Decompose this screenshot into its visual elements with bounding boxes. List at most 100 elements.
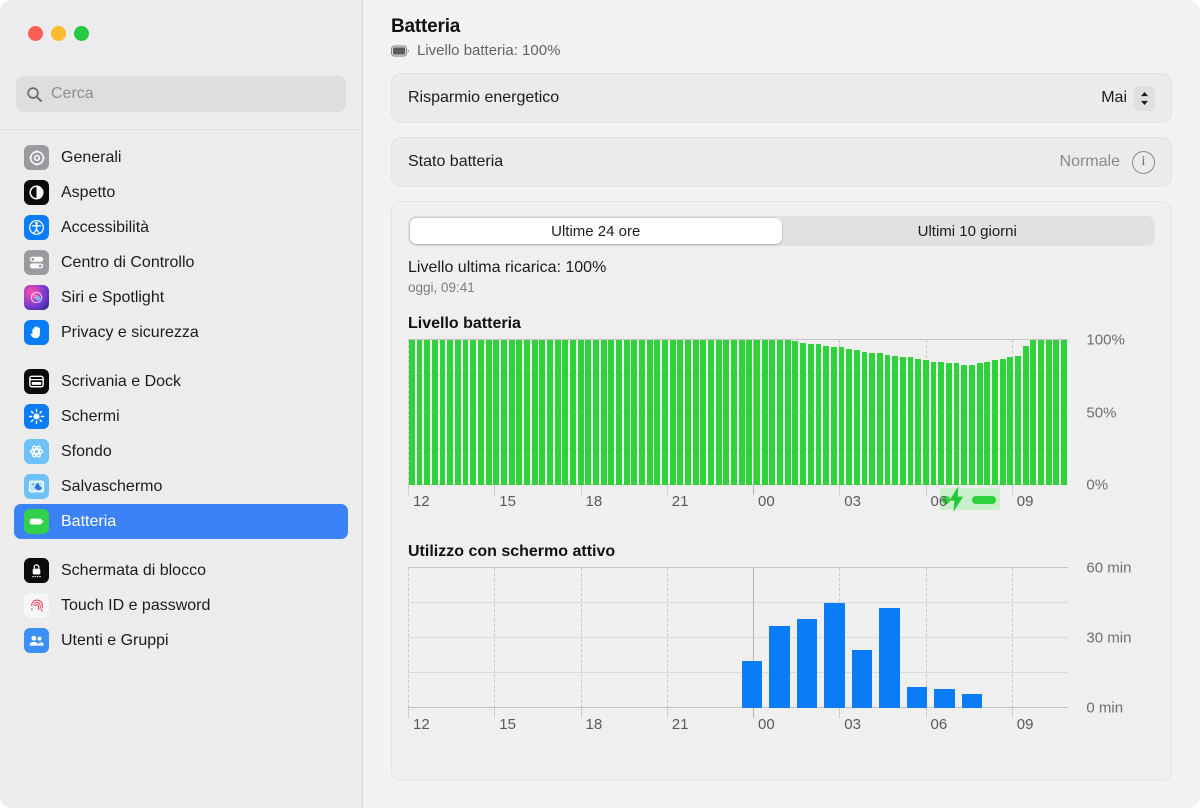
battery-health-card: Stato batteria Normale i xyxy=(391,137,1172,187)
bar xyxy=(746,340,753,485)
bar xyxy=(631,340,638,485)
bar xyxy=(796,619,818,708)
sidebar-item-centro-di-controllo[interactable]: Centro di Controllo xyxy=(14,245,348,280)
sidebar-item-siri-e-spotlight[interactable]: Siri e Spotlight xyxy=(14,280,348,315)
zoom-button[interactable] xyxy=(74,26,89,41)
bar xyxy=(646,340,653,485)
chevron-updown-icon xyxy=(1134,85,1155,111)
search-field[interactable]: Cerca xyxy=(16,76,346,112)
sidebar-item-aspetto[interactable]: Aspetto xyxy=(14,175,348,210)
x-axis-tick-label: 00 xyxy=(758,493,775,510)
bar xyxy=(708,340,714,485)
x-axis-tick xyxy=(580,485,582,495)
last-charge-timestamp: oggi, 09:41 xyxy=(408,280,475,295)
sidebar-item-touch-id-e-password[interactable]: Touch ID e password xyxy=(14,588,348,623)
bar xyxy=(861,351,868,485)
sidebar-item-schermi[interactable]: Schermi xyxy=(14,399,348,434)
sidebar-item-label: Salvaschermo xyxy=(61,477,163,495)
sidebar-item-scrivania-e-dock[interactable]: Scrivania e Dock xyxy=(14,364,348,399)
bar xyxy=(493,340,500,485)
traffic-lights xyxy=(0,0,362,62)
x-axis-tick xyxy=(494,708,496,718)
sidebar-item-privacy-e-sicurezza[interactable]: Privacy e sicurezza xyxy=(14,315,348,350)
bar xyxy=(731,340,737,485)
bar xyxy=(738,340,745,485)
info-icon[interactable]: i xyxy=(1132,150,1155,174)
battery-level-x-axis: 12 15 18 21 00 03 06 09 xyxy=(408,485,1098,523)
page-title: Batteria xyxy=(391,16,461,37)
bar xyxy=(899,357,906,485)
display-brightness-icon xyxy=(24,404,49,429)
bar xyxy=(600,340,607,485)
bar xyxy=(999,358,1006,485)
x-axis-tick-label: 03 xyxy=(844,716,861,733)
last-charge-block: Livello ultima ricarica: 100% oggi, 09:4… xyxy=(408,259,1155,295)
battery-icon xyxy=(24,509,49,534)
bar xyxy=(1014,355,1021,485)
sidebar-item-schermata-di-blocco[interactable]: Schermata di blocco xyxy=(14,553,348,588)
close-button[interactable] xyxy=(28,26,43,41)
bar xyxy=(976,363,983,485)
sidebar-item-generali[interactable]: Generali xyxy=(14,140,348,175)
sidebar-item-sfondo[interactable]: Sfondo xyxy=(14,434,348,469)
bar xyxy=(761,340,768,485)
sidebar-item-label: Siri e Spotlight xyxy=(61,288,165,306)
usage-history-card: Ultime 24 ore Ultimi 10 giorni Livello u… xyxy=(391,201,1172,781)
sidebar-item-accessibilita[interactable]: Accessibilità xyxy=(14,210,348,245)
bar xyxy=(876,353,883,485)
x-axis-tick-label: 00 xyxy=(758,716,775,733)
tab-ultimi-10-giorni[interactable]: Ultimi 10 giorni xyxy=(782,218,1154,244)
y-axis-tick-label: 100% xyxy=(1086,331,1125,349)
bar xyxy=(769,626,790,708)
sidebar-item-salvaschermo[interactable]: Salvaschermo xyxy=(14,469,348,504)
users-groups-icon xyxy=(24,628,49,653)
battery-level-summary: Livello batteria: 100% xyxy=(391,42,1172,59)
siri-icon xyxy=(24,285,49,310)
bar xyxy=(906,687,928,708)
sidebar-item-label: Batteria xyxy=(61,512,117,530)
power-mode-popup-button[interactable]: Mai xyxy=(1101,85,1155,111)
bar xyxy=(930,361,937,485)
appearance-icon xyxy=(24,180,49,205)
x-axis-tick-label: 15 xyxy=(499,493,516,510)
x-axis-tick-label: 18 xyxy=(585,716,603,733)
bar xyxy=(577,340,584,485)
sidebar-item-label: Accessibilità xyxy=(61,218,150,236)
power-mode-value: Mai xyxy=(1101,89,1127,106)
sidebar-group-2: Scrivania e Dock Schermi Sfondo Salvasch… xyxy=(14,364,348,539)
x-axis-tick xyxy=(1011,708,1013,718)
usage-y-axis: 0 min 30 min 60 min xyxy=(1078,560,1155,717)
sidebar-group-1: Generali Aspetto Accessibilità Centro di… xyxy=(14,140,348,350)
x-axis-tick-label: 21 xyxy=(671,716,689,733)
y-axis-tick-label: 0% xyxy=(1086,476,1109,494)
desktop-dock-icon xyxy=(24,369,49,394)
x-axis-tick-label: 15 xyxy=(499,716,516,733)
sidebar-item-label: Schermi xyxy=(61,407,120,425)
battery-health-value: Normale xyxy=(1059,153,1120,170)
bar xyxy=(531,340,538,485)
x-axis-tick xyxy=(494,485,496,495)
bar xyxy=(546,340,553,485)
bar xyxy=(662,340,668,485)
bar xyxy=(715,340,722,485)
bar xyxy=(470,340,477,485)
bar xyxy=(669,340,676,485)
x-axis-tick xyxy=(839,485,841,495)
bar xyxy=(408,340,415,485)
x-axis-tick xyxy=(753,708,754,718)
battery-full-icon xyxy=(391,45,409,56)
x-axis-tick-label: 09 xyxy=(1016,493,1034,510)
bar xyxy=(508,340,515,485)
bar xyxy=(424,340,431,485)
x-axis-tick xyxy=(408,708,409,718)
bar xyxy=(593,340,599,485)
bar xyxy=(984,361,991,485)
y-axis-tick-label: 0 min xyxy=(1086,699,1124,717)
sidebar-item-utenti-e-gruppi[interactable]: Utenti e Gruppi xyxy=(14,623,348,658)
x-axis-tick xyxy=(666,485,668,495)
bar xyxy=(800,342,807,485)
minimize-button[interactable] xyxy=(51,26,66,41)
sidebar-item-batteria[interactable]: Batteria xyxy=(14,504,348,539)
bar xyxy=(879,607,900,708)
tab-ultime-24-ore[interactable]: Ultime 24 ore xyxy=(410,218,782,244)
